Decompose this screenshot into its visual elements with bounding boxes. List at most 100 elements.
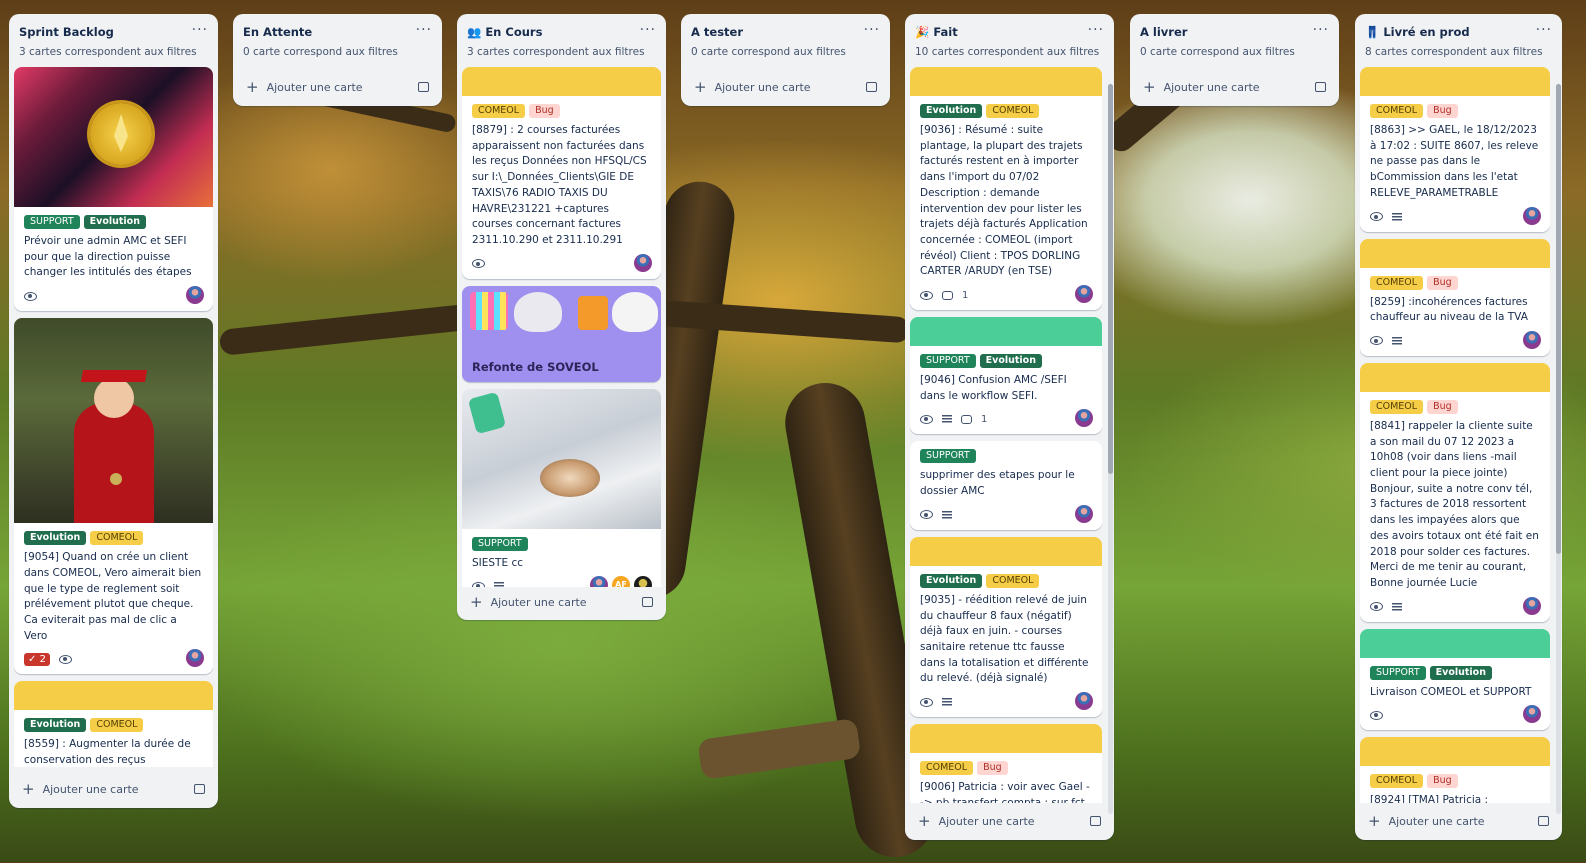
- add-card-label: Ajouter une carte: [714, 80, 811, 94]
- member-avatar[interactable]: [634, 253, 652, 272]
- member-avatar[interactable]: [1075, 285, 1093, 304]
- label-evolution: Evolution: [979, 354, 1042, 369]
- card[interactable]: Evolution COMEOL [9036] : Résumé : suite…: [910, 67, 1102, 311]
- member-avatar[interactable]: [1075, 504, 1093, 523]
- list-filter-count: 0 carte correspond aux filtres: [243, 46, 398, 58]
- add-card-label: Ajouter une carte: [266, 80, 363, 94]
- add-card-button[interactable]: + Ajouter une carte: [686, 72, 885, 102]
- label-bug: Bug: [1427, 104, 1458, 118]
- card[interactable]: COMEOL Bug [8863] >> GAEL, le 18/12/2023…: [1360, 67, 1550, 232]
- scrollbar-thumb[interactable]: [1556, 84, 1561, 554]
- add-card-button[interactable]: + Ajouter une carte: [910, 806, 1109, 836]
- list-title[interactable]: Sprint Backlog: [19, 25, 114, 39]
- card-template-icon[interactable]: [1538, 816, 1549, 826]
- list-title[interactable]: 👖 Livré en prod: [1365, 25, 1470, 39]
- label-comeol: COMEOL: [986, 104, 1040, 118]
- card-template-icon[interactable]: [194, 784, 205, 794]
- list-title[interactable]: A tester: [691, 25, 743, 39]
- add-card-label: Ajouter une carte: [938, 814, 1035, 828]
- member-avatar[interactable]: [590, 576, 608, 587]
- label-bug: Bug: [529, 104, 560, 118]
- list-en-cours: 👥 En Cours 3 cartes correspondent aux fil…: [457, 14, 666, 620]
- member-avatar[interactable]: [1075, 692, 1093, 711]
- card[interactable]: COMEOL Bug [8841] rappeler la cliente su…: [1360, 362, 1550, 622]
- jeans-icon: 👖: [1365, 25, 1380, 39]
- member-avatar[interactable]: [634, 576, 652, 587]
- list-menu-icon[interactable]: ···: [416, 22, 432, 38]
- list-scrollbar[interactable]: [1108, 84, 1113, 814]
- card-title: [8559] : Augmenter la durée de conservat…: [24, 738, 191, 767]
- card[interactable]: Evolution COMEOL [9054] Quand on crée un…: [14, 318, 213, 675]
- label-evolution: Evolution: [1429, 665, 1492, 680]
- card[interactable]: SUPPORT supprimer des etapes pour le dos…: [910, 441, 1102, 530]
- add-card-button[interactable]: + Ajouter une carte: [462, 587, 661, 617]
- list-filter-count: 0 carte correspond aux filtres: [691, 46, 846, 58]
- label-support: SUPPORT: [24, 215, 80, 229]
- card[interactable]: SUPPORT Evolution Prévoir une admin AMC …: [14, 67, 213, 312]
- card[interactable]: SUPPORT Evolution Livraison COMEOL et SU…: [1360, 628, 1550, 731]
- card-template-icon[interactable]: [418, 82, 429, 92]
- label-bug: Bug: [977, 761, 1008, 776]
- add-card-button[interactable]: + Ajouter une carte: [1360, 806, 1557, 836]
- card-cover-graduate-photo: [14, 318, 213, 524]
- card-template-icon[interactable]: [642, 597, 653, 607]
- card-cover: [1360, 362, 1550, 392]
- add-card-button[interactable]: + Ajouter une carte: [14, 774, 213, 804]
- list-menu-icon[interactable]: ···: [192, 22, 208, 38]
- card[interactable]: SUPPORT Evolution [9046] Confusion AMC /…: [910, 317, 1102, 435]
- member-avatar[interactable]: [1523, 206, 1541, 225]
- vote-count: 2: [39, 653, 46, 665]
- watching-icon: [1370, 602, 1383, 612]
- list-title[interactable]: A livrer: [1140, 25, 1187, 39]
- list-menu-icon[interactable]: ···: [1313, 22, 1329, 38]
- list-menu-icon[interactable]: ···: [640, 22, 656, 38]
- label-support: SUPPORT: [1370, 665, 1426, 680]
- add-card-label: Ajouter une carte: [1388, 814, 1485, 828]
- list-menu-icon[interactable]: ···: [864, 22, 880, 38]
- label-evolution: Evolution: [24, 718, 87, 733]
- list-title[interactable]: 👥 En Cours: [467, 25, 542, 39]
- card[interactable]: COMEOL Bug [8879] : 2 courses facturées …: [462, 67, 661, 279]
- list-title[interactable]: En Attente: [243, 25, 312, 39]
- description-icon: [1392, 602, 1402, 611]
- watching-icon: [472, 259, 485, 269]
- card-template-icon[interactable]: [866, 82, 877, 92]
- card-template-icon[interactable]: [1090, 816, 1101, 826]
- card-cover: [1360, 628, 1550, 658]
- label-comeol: COMEOL: [90, 531, 144, 546]
- label-comeol: COMEOL: [1370, 399, 1424, 414]
- list-menu-icon[interactable]: ···: [1536, 22, 1552, 38]
- card[interactable]: COMEOL Bug [8924] [TMA] Patricia : I:\_D…: [1360, 737, 1550, 803]
- member-avatar-initials[interactable]: AF: [612, 576, 630, 587]
- list-menu-icon[interactable]: ···: [1088, 22, 1104, 38]
- card-title: Refonte de SOVEOL: [472, 359, 599, 374]
- description-icon: [942, 415, 952, 424]
- member-avatar[interactable]: [1523, 330, 1541, 349]
- card[interactable]: Refonte de SOVEOL: [462, 285, 661, 382]
- plus-icon: +: [246, 78, 259, 96]
- card[interactable]: SUPPORT SIESTE cc AF: [462, 388, 661, 587]
- card-cover: [910, 67, 1102, 96]
- member-avatar[interactable]: [1523, 596, 1541, 615]
- description-icon: [942, 510, 952, 519]
- list-filter-count: 3 cartes correspondent aux filtres: [19, 46, 197, 58]
- card[interactable]: COMEOL Bug [8259] :incohérences factures…: [1360, 238, 1550, 356]
- list-title[interactable]: 🎉 Fait: [915, 25, 958, 39]
- comment-count: 1: [981, 413, 988, 425]
- add-card-button[interactable]: + Ajouter une carte: [1135, 72, 1334, 102]
- scrollbar-thumb[interactable]: [1108, 84, 1113, 474]
- card-template-icon[interactable]: [1315, 82, 1326, 92]
- list-filter-count: 8 cartes correspondent aux filtres: [1365, 46, 1543, 58]
- card-cover-sticker-image: [470, 291, 658, 332]
- watching-icon: [920, 510, 933, 520]
- card-title: [8841] rappeler la cliente suite a son m…: [1370, 419, 1539, 589]
- card[interactable]: Evolution COMEOL [8559] : Augmenter la d…: [14, 681, 213, 767]
- add-card-button[interactable]: + Ajouter une carte: [238, 72, 437, 102]
- card[interactable]: Evolution COMEOL [9035] - réédition rele…: [910, 536, 1102, 718]
- card[interactable]: COMEOL Bug [9006] Patricia : voir avec G…: [910, 724, 1102, 803]
- list-scrollbar[interactable]: [1556, 84, 1561, 814]
- member-avatar[interactable]: [186, 286, 204, 305]
- description-icon: [1392, 212, 1402, 221]
- label-comeol: COMEOL: [1370, 104, 1424, 118]
- card-title: [8924] [TMA] Patricia : I:\_Données_Clie…: [1370, 794, 1489, 803]
